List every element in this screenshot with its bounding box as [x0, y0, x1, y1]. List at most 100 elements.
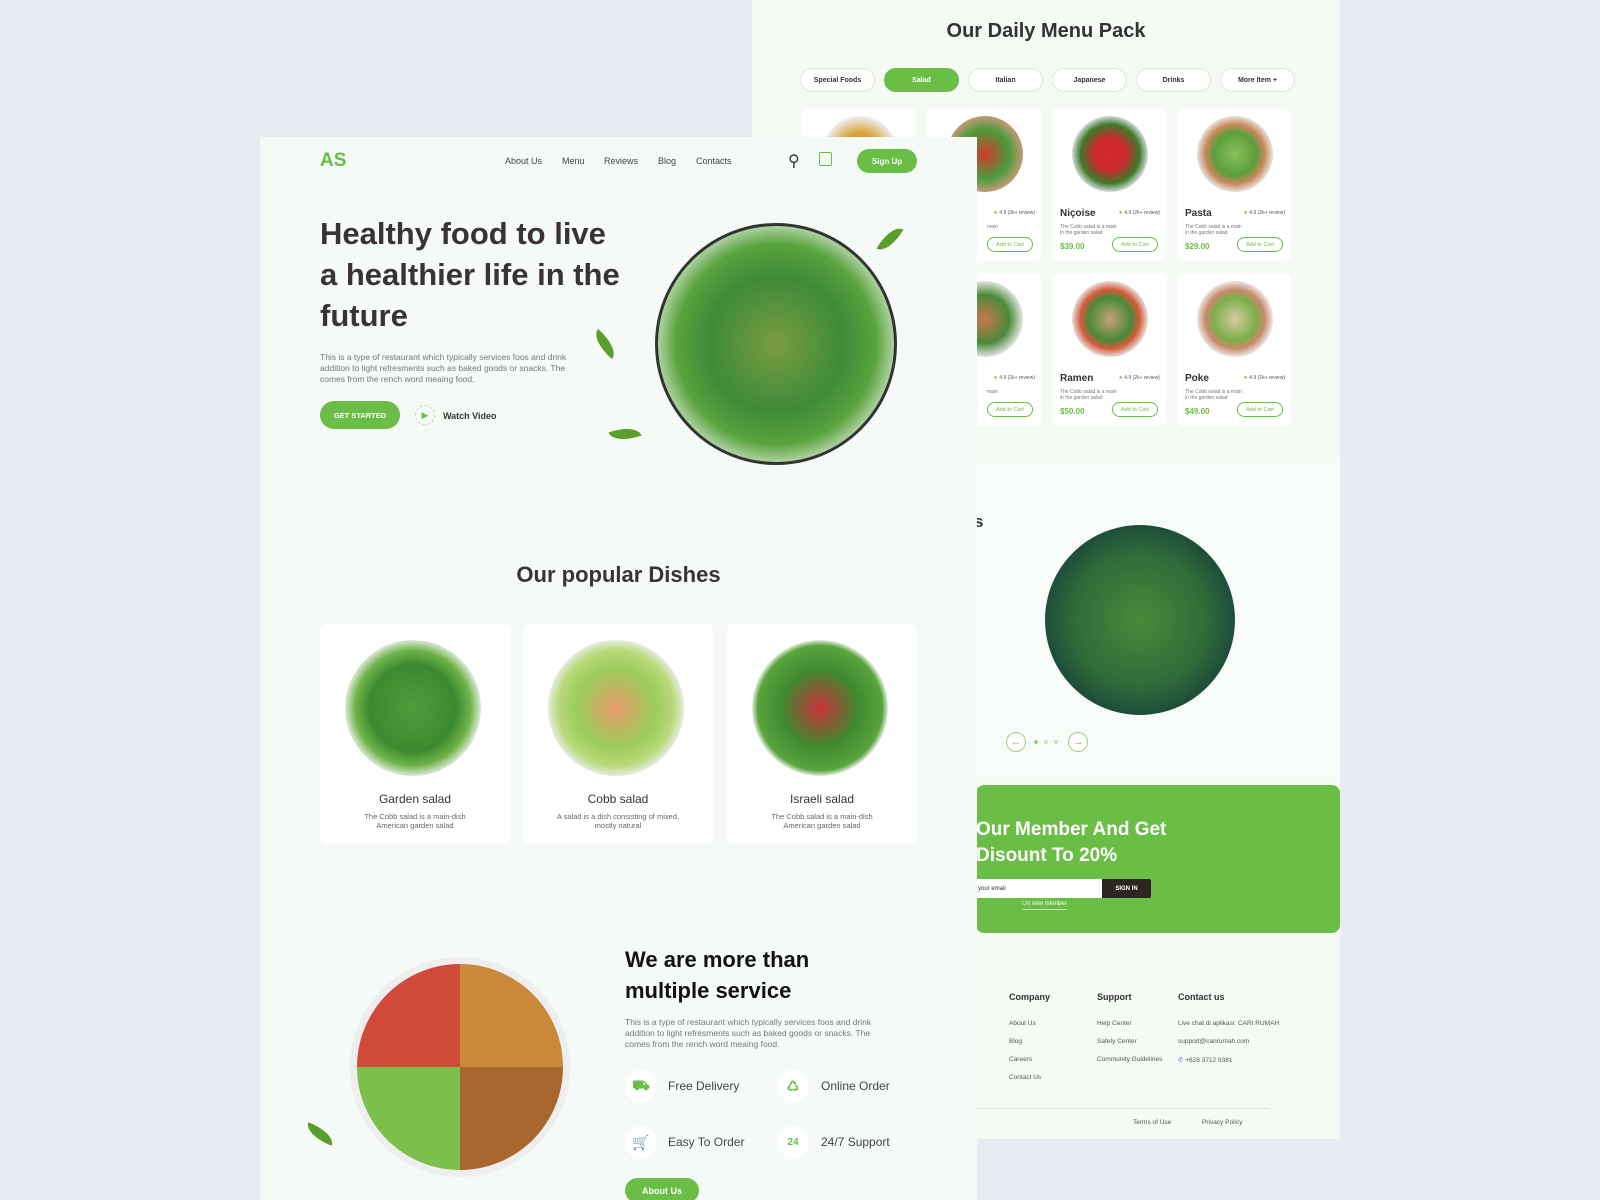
popular-dishes-title: Our popular Dishes — [516, 562, 721, 587]
service-support: 24/7 Support — [821, 1135, 890, 1149]
cart-icon[interactable] — [819, 152, 832, 166]
footer-link[interactable]: Safety Center — [1097, 1038, 1137, 1045]
tab-special-foods[interactable]: Special Foods — [800, 68, 875, 92]
logo[interactable]: AS — [320, 150, 346, 172]
food-plate-image — [350, 957, 570, 1177]
featured-dish-image — [1045, 525, 1235, 715]
dish-image — [548, 640, 684, 776]
nav-reviews[interactable]: Reviews — [604, 156, 638, 166]
sign-up-button[interactable]: Sign Up — [857, 149, 917, 173]
footer-link[interactable]: Blog — [1009, 1038, 1022, 1045]
nav-contacts[interactable]: Contacts — [696, 156, 732, 166]
services-desc: This is a type of restaurant which typic… — [625, 1017, 872, 1049]
dish-image — [1197, 116, 1273, 192]
dish-card[interactable]: Israeli salad The Cobb salad is a main-d… — [727, 624, 917, 844]
star-icon: ★ — [1243, 375, 1248, 381]
whatsapp-icon: ✆ — [1178, 1057, 1184, 1064]
dish-desc: The Cobb salad is a main in the garden s… — [1185, 224, 1242, 236]
add-to-cart-button[interactable]: Add to Cart — [1112, 402, 1158, 417]
dish-price: $29.00 — [1185, 242, 1210, 251]
rating: ★ 4.9 (2k+ review) — [1118, 375, 1160, 381]
services-title: We are more than multiple service — [625, 947, 810, 1003]
footer-link[interactable]: Contact Us — [1009, 1074, 1041, 1081]
add-to-cart-button[interactable]: Add to Cart — [987, 402, 1033, 417]
nav-blog[interactable]: Blog — [658, 156, 676, 166]
dish-desc: The Cobb salad is a main in the garden s… — [1060, 224, 1117, 236]
footer-link[interactable]: Help Center — [1097, 1020, 1132, 1027]
footer-divider — [976, 1108, 1270, 1109]
menu-tabs: Special Foods Salad Italian Japanese Dri… — [800, 68, 1295, 92]
hero-title: Healthy food to live a healthier life in… — [320, 216, 620, 333]
tab-more-item[interactable]: More Item + — [1220, 68, 1295, 92]
footer-link[interactable]: About Us — [1009, 1020, 1036, 1027]
footer-link[interactable]: Community Guidelines — [1097, 1056, 1162, 1063]
tab-japanese[interactable]: Japanese — [1052, 68, 1127, 92]
hero-dish-image — [655, 223, 897, 465]
dish-name: Ramen — [1060, 373, 1094, 384]
star-icon: ★ — [1118, 210, 1123, 216]
sign-in-button[interactable]: SIGN IN — [1102, 879, 1151, 898]
dish-desc: A salad is a dish consisting of mixed, m… — [556, 812, 680, 830]
dish-name: Niçoise — [1060, 208, 1096, 219]
contact-phone: ✆ +628 3712 9381 — [1178, 1057, 1233, 1064]
add-to-cart-button[interactable]: Add to Cart — [1237, 237, 1283, 252]
nav-about-us[interactable]: About Us — [505, 156, 542, 166]
member-promo: Our Member And Get Disount To 20% your em… — [976, 785, 1340, 933]
footer-link[interactable]: Careers — [1009, 1056, 1032, 1063]
dish-desc: main — [987, 224, 998, 230]
add-to-cart-button[interactable]: Add to Cart — [987, 237, 1033, 252]
menu-card: Poke ★ 4.9 (2k+ review) The Cobb salad i… — [1177, 273, 1291, 426]
menu-card: Ramen ★ 4.9 (2k+ review) The Cobb salad … — [1052, 273, 1166, 426]
dish-image — [752, 640, 888, 776]
star-icon: ★ — [993, 375, 998, 381]
add-to-cart-button[interactable]: Add to Cart — [1112, 237, 1158, 252]
tab-italian[interactable]: Italian — [968, 68, 1043, 92]
dish-image — [345, 640, 481, 776]
footer-contact-title: Contact us — [1178, 992, 1225, 1002]
email-input[interactable]: your email — [976, 879, 1102, 898]
dish-desc: The Cobb salad is a main in the garden s… — [1060, 389, 1117, 401]
dish-name: Garden salad — [378, 792, 452, 806]
terms-link[interactable]: Terms of Use — [1133, 1119, 1171, 1126]
service-free-delivery: Free Delivery — [668, 1079, 740, 1093]
carousel-dot[interactable] — [1044, 740, 1048, 744]
dish-desc: main — [987, 389, 998, 395]
star-icon: ★ — [1118, 375, 1123, 381]
tab-salad[interactable]: Salad — [884, 68, 959, 92]
dish-name: Cobb salad — [587, 792, 649, 806]
search-icon[interactable]: ⚲ — [788, 151, 800, 171]
leaf-decoration — [608, 422, 642, 446]
online-order-icon: ♺ — [777, 1070, 809, 1102]
dish-price: $50.00 — [1060, 407, 1085, 416]
rating: ★ 4.9 (2k+ review) — [993, 210, 1035, 216]
privacy-link[interactable]: Privacy Policy — [1202, 1119, 1242, 1126]
play-icon[interactable]: ▶ — [415, 405, 435, 425]
about-us-button[interactable]: About Us — [625, 1178, 699, 1200]
contact-email[interactable]: support@carirumah.com — [1178, 1038, 1249, 1045]
dish-card[interactable]: Garden salad The Cobb salad is a main-di… — [320, 624, 510, 844]
star-icon: ★ — [1243, 210, 1248, 216]
new-member-link[interactable]: I,m new member — [1022, 901, 1067, 910]
support-24-icon: 24 — [777, 1126, 809, 1158]
service-easy-to-order: Easy To Order — [668, 1135, 745, 1149]
dish-card[interactable]: Cobb salad A salad is a dish consisting … — [523, 624, 713, 844]
carousel-dot[interactable] — [1054, 740, 1058, 744]
dish-image — [1072, 116, 1148, 192]
nav-menu[interactable]: Menu — [562, 156, 585, 166]
leaf-decoration — [876, 222, 904, 256]
dish-image — [1197, 281, 1273, 357]
watch-video-link[interactable]: Watch Video — [443, 411, 497, 421]
leaf-decoration — [303, 1122, 337, 1146]
contact-chat: Live chat di aplikasi: CARI RUMAH — [1178, 1020, 1280, 1027]
carousel-dot[interactable] — [1034, 740, 1038, 744]
carousel-next-button[interactable]: → — [1068, 732, 1088, 752]
rating: ★ 4.9 (2k+ review) — [1118, 210, 1160, 216]
tab-drinks[interactable]: Drinks — [1136, 68, 1211, 92]
carousel-prev-button[interactable]: ← — [1006, 732, 1026, 752]
add-to-cart-button[interactable]: Add to Cart — [1237, 402, 1283, 417]
get-started-button[interactable]: GET STARTED — [320, 401, 400, 429]
footer-support-title: Support — [1097, 992, 1132, 1002]
dish-desc: The Cobb salad is a main in the garden s… — [1185, 389, 1242, 401]
footer-company-title: Company — [1009, 992, 1051, 1002]
rating: ★ 4.9 (2k+ review) — [1243, 210, 1285, 216]
